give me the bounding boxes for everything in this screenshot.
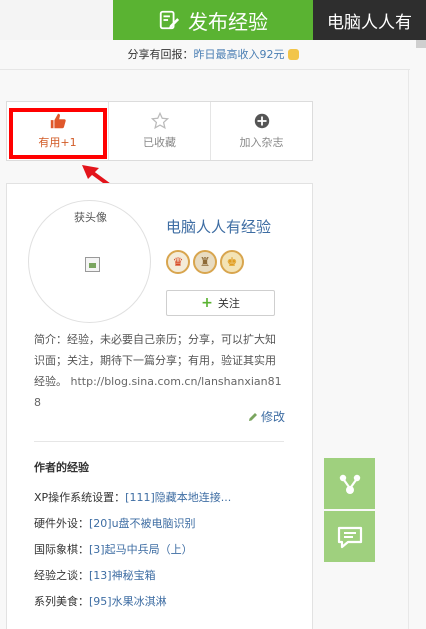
- share-reward-highlight[interactable]: 昨日最高收入92元: [194, 48, 285, 61]
- column-rule: [408, 70, 409, 629]
- useful-label: 有用+1: [38, 136, 77, 149]
- add-to-magazine-button[interactable]: 加入杂志: [210, 102, 312, 160]
- add-to-magazine-label: 加入杂志: [239, 136, 284, 149]
- list-item: XP操作系统设置：[111]隐藏本地连接...: [34, 488, 304, 514]
- author-name[interactable]: 电脑人人有经验: [166, 216, 271, 237]
- plus-icon: +: [201, 295, 213, 311]
- thumb-up-icon: [50, 113, 66, 129]
- comment-icon: [337, 526, 362, 548]
- badge-icon-1[interactable]: ♛: [166, 250, 190, 274]
- avatar-alt-text: 获头像: [74, 211, 107, 224]
- broken-image-icon: [85, 257, 100, 272]
- work-category: 国际象棋：: [34, 543, 89, 556]
- divider: [0, 69, 410, 70]
- star-icon: [150, 112, 169, 130]
- badge-icon-2[interactable]: ♜: [193, 250, 217, 274]
- follow-button[interactable]: + 关注: [166, 290, 275, 316]
- share-reward-line: 分享有回报：昨日最高收入92元: [0, 44, 426, 66]
- brand-tag: 电脑人人有: [313, 0, 426, 40]
- share-reward-prefix: 分享有回报：: [127, 48, 194, 61]
- top-bar: 发布经验 电脑人人有: [0, 0, 426, 40]
- work-category: 硬件外设：: [34, 517, 89, 530]
- work-category: XP操作系统设置：: [34, 491, 126, 504]
- work-category: 系列美食：: [34, 595, 89, 608]
- list-item: 国际象棋：[3]起马中兵局（上）: [34, 540, 304, 566]
- share-icon: [339, 474, 360, 494]
- works-list: XP操作系统设置：[111]隐藏本地连接... 硬件外设：[20]u盘不被电脑识…: [34, 488, 304, 618]
- list-item: 系列美食：[95]水果冰淇淋: [34, 592, 304, 618]
- work-link[interactable]: [95]水果冰淇淋: [89, 595, 167, 608]
- work-link[interactable]: [3]起马中兵局（上）: [89, 543, 193, 556]
- follow-label: 关注: [217, 297, 240, 310]
- publish-experience-button[interactable]: 发布经验: [113, 0, 313, 40]
- bio-url: http://blog.sina.com.cn/lanshanxian818: [34, 375, 282, 409]
- work-link[interactable]: [111]隐藏本地连接...: [125, 491, 231, 504]
- work-link[interactable]: [13]神秘宝箱: [89, 569, 156, 582]
- list-item: 经验之谈：[13]神秘宝箱: [34, 566, 304, 592]
- edit-link[interactable]: 修改: [248, 408, 285, 425]
- top-bar-left-area: [0, 0, 113, 40]
- works-section-title: 作者的经验: [34, 461, 89, 474]
- plus-circle-icon: [254, 113, 269, 129]
- pencil-icon: [249, 412, 257, 421]
- collect-button[interactable]: 已收藏: [108, 102, 210, 160]
- badge-icon-3[interactable]: ♚: [220, 250, 244, 274]
- author-bio: 简介：经验，未必要自己亲历；分享，可以扩大知识面；关注，期待下一篇分享；有用，验…: [34, 329, 286, 413]
- edit-label: 修改: [261, 410, 286, 424]
- work-category: 经验之谈：: [34, 569, 89, 582]
- comment-button[interactable]: [324, 511, 375, 562]
- action-bar: 有用+1 已收藏 加入杂志: [6, 101, 313, 161]
- share-button[interactable]: [324, 458, 375, 509]
- edit-note-icon: [159, 10, 180, 30]
- useful-button[interactable]: 有用+1: [7, 102, 108, 160]
- list-item: 硬件外设：[20]u盘不被电脑识别: [34, 514, 304, 540]
- thumb-emoji-icon: [287, 49, 299, 60]
- publish-label: 发布经验: [188, 9, 268, 34]
- section-divider: [34, 441, 284, 442]
- collect-label: 已收藏: [143, 136, 176, 149]
- work-link[interactable]: [20]u盘不被电脑识别: [89, 517, 196, 530]
- avatar[interactable]: 获头像: [28, 200, 151, 323]
- badge-row: ♛ ♜ ♚: [166, 250, 244, 274]
